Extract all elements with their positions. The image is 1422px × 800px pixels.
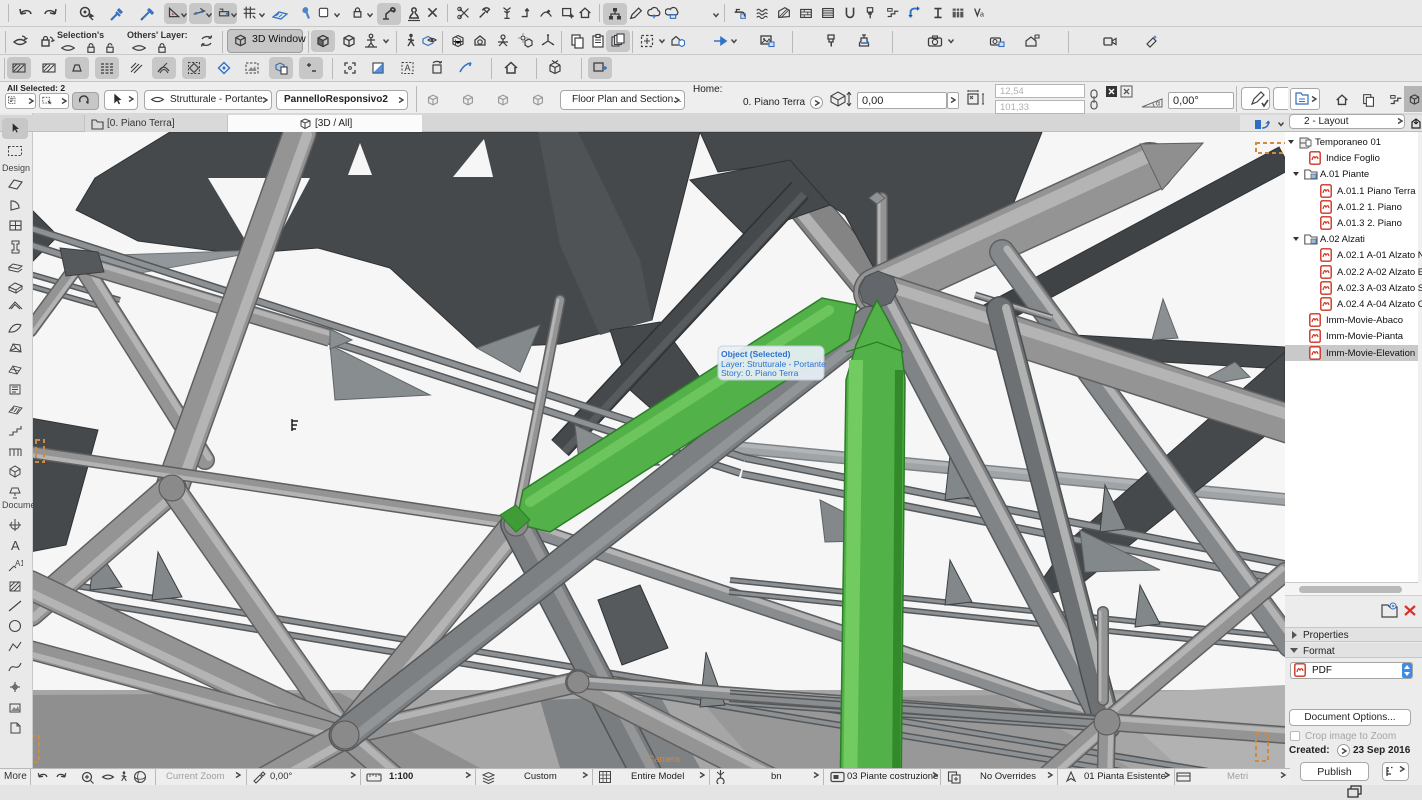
svg-text:Camera: Camera bbox=[648, 754, 680, 764]
svg-text:a: a bbox=[980, 11, 984, 19]
svg-text:A: A bbox=[11, 538, 20, 553]
svg-text:Story: 0. Piano Terra: Story: 0. Piano Terra bbox=[721, 368, 799, 378]
svg-text:A: A bbox=[405, 63, 411, 73]
svg-text:α: α bbox=[1156, 101, 1160, 108]
svg-text:A1: A1 bbox=[15, 559, 23, 568]
svg-text:Object (Selected): Object (Selected) bbox=[721, 349, 791, 359]
